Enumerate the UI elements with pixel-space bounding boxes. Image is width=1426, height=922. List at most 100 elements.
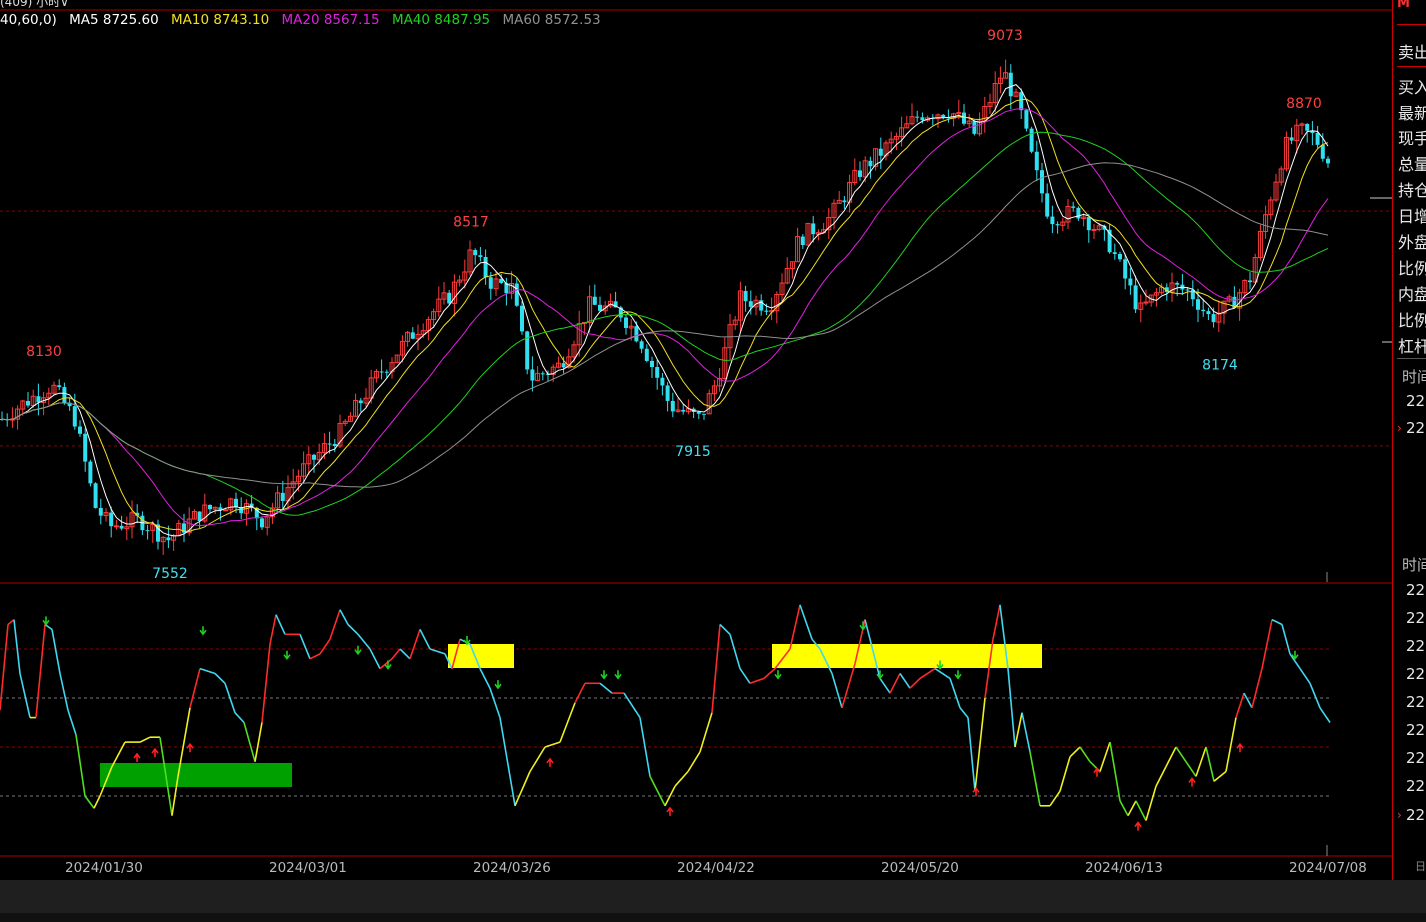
candle-body bbox=[1050, 216, 1055, 225]
candle-body bbox=[166, 537, 171, 541]
indicator-segment bbox=[339, 609, 349, 625]
candle-body bbox=[1086, 217, 1091, 231]
indicator-segment bbox=[309, 653, 321, 660]
ma60-label: MA60 8572.53 bbox=[502, 12, 601, 28]
candle-body bbox=[145, 530, 150, 532]
grid-layer bbox=[0, 9, 1392, 857]
indicator-segment bbox=[1007, 668, 1016, 748]
indicator-segment bbox=[1109, 741, 1121, 802]
indicator-segment bbox=[1251, 668, 1263, 708]
buy-signal-arrow bbox=[133, 752, 141, 762]
indicator-segment bbox=[1195, 746, 1207, 777]
indicator-segment bbox=[319, 638, 331, 655]
sell-signal-arrow bbox=[384, 660, 392, 670]
candle-body bbox=[540, 373, 545, 375]
indicator-segment bbox=[489, 687, 501, 718]
panel-buy[interactable]: 买入 bbox=[1398, 74, 1426, 98]
indicator-segment bbox=[1155, 766, 1167, 787]
buy-signal-arrow bbox=[972, 786, 980, 797]
candle-body bbox=[624, 317, 628, 328]
candle-body bbox=[197, 511, 202, 521]
indicator-segment bbox=[974, 697, 986, 792]
panel-time-header: 时间 bbox=[1402, 556, 1426, 574]
ma20-label: MA20 8567.15 bbox=[281, 12, 380, 28]
panel-total-volume: 总量 bbox=[1398, 155, 1426, 174]
buy-signal-arrow bbox=[1188, 777, 1196, 787]
indicator-segment bbox=[59, 673, 69, 711]
indicator-segment bbox=[879, 677, 891, 694]
indicator-segment bbox=[357, 633, 371, 650]
price-annotation: 8130 bbox=[26, 344, 62, 360]
indicator-segment bbox=[329, 609, 341, 640]
indicator-segment bbox=[75, 734, 86, 797]
indicator-zone bbox=[772, 644, 1042, 668]
candle-body bbox=[941, 114, 946, 118]
indicator-segment bbox=[934, 667, 951, 680]
candle-body bbox=[78, 426, 82, 434]
candle-body bbox=[1211, 314, 1216, 323]
date-tick: 2024/05/20 bbox=[881, 860, 959, 876]
panel-divider bbox=[1397, 66, 1426, 67]
panel-time-value: 22: bbox=[1406, 665, 1426, 683]
buy-signal-arrow bbox=[186, 742, 194, 753]
indicator-segment bbox=[599, 682, 613, 694]
chevron-right-icon: › bbox=[1397, 808, 1402, 822]
panel-open-interest: 持仓 bbox=[1398, 181, 1426, 200]
indicator-segment bbox=[1299, 668, 1311, 684]
panel-time-value: 22: bbox=[1406, 392, 1426, 410]
buy-signal-arrow bbox=[151, 747, 159, 758]
indicator-segment bbox=[729, 634, 741, 669]
signal-arrows bbox=[42, 616, 1299, 831]
candle-body bbox=[208, 505, 212, 510]
indicator-segment bbox=[189, 668, 201, 708]
candle-body bbox=[1201, 309, 1206, 312]
indicator-segment bbox=[1021, 712, 1031, 753]
candle-body bbox=[1143, 301, 1149, 304]
panel-time-value: 22: bbox=[1406, 806, 1426, 824]
candle-body bbox=[312, 454, 316, 460]
chart-canvas: 8130 7552 8517 7915 9073 8174 8870 bbox=[0, 9, 1392, 857]
date-tick: 2024/03/01 bbox=[269, 860, 347, 876]
candle-body bbox=[447, 292, 452, 304]
indicator-segment bbox=[763, 668, 776, 679]
candle-body bbox=[1029, 128, 1034, 152]
date-tick: 2024/04/22 bbox=[677, 860, 755, 876]
candle-body bbox=[598, 304, 602, 311]
panel-time-value: 22: bbox=[1406, 777, 1426, 795]
candle-body bbox=[62, 387, 67, 403]
panel-divider bbox=[1397, 358, 1426, 359]
candle-body bbox=[520, 305, 524, 332]
indicator-segment bbox=[799, 604, 813, 640]
candle-body bbox=[379, 371, 384, 373]
indicator-segment bbox=[224, 683, 236, 713]
indicator-segment bbox=[1165, 746, 1177, 767]
indicator-segment bbox=[1069, 746, 1081, 758]
candle-body bbox=[1019, 92, 1024, 111]
panel-sell[interactable]: 卖出 bbox=[1398, 39, 1426, 63]
indicator-segment bbox=[919, 667, 936, 680]
indicator-segment bbox=[1127, 800, 1137, 816]
indicator-segment bbox=[559, 702, 576, 743]
price-annotation: 8517 bbox=[453, 214, 489, 230]
price-annotation: 9073 bbox=[987, 28, 1023, 44]
indicator-segment bbox=[967, 717, 976, 792]
indicator-segment bbox=[234, 712, 245, 724]
candle-body bbox=[743, 290, 748, 302]
candle-body bbox=[592, 296, 597, 305]
candle-body bbox=[561, 363, 566, 368]
indicator-zone bbox=[100, 763, 292, 787]
indicator-segment bbox=[139, 736, 151, 743]
candle-body bbox=[660, 377, 665, 386]
candle-body bbox=[98, 507, 103, 516]
candle-body bbox=[702, 413, 706, 415]
indicator-segment bbox=[0, 624, 9, 711]
indicator-segment bbox=[1243, 692, 1253, 709]
indicator-segment bbox=[1049, 790, 1061, 807]
bottom-scrollbar[interactable] bbox=[0, 913, 1426, 922]
candle-body bbox=[327, 443, 332, 445]
panel-divider bbox=[1397, 24, 1426, 25]
candle-body bbox=[878, 148, 883, 156]
candle-body bbox=[113, 525, 119, 528]
candle-body bbox=[915, 116, 920, 118]
candle-body bbox=[634, 326, 639, 342]
